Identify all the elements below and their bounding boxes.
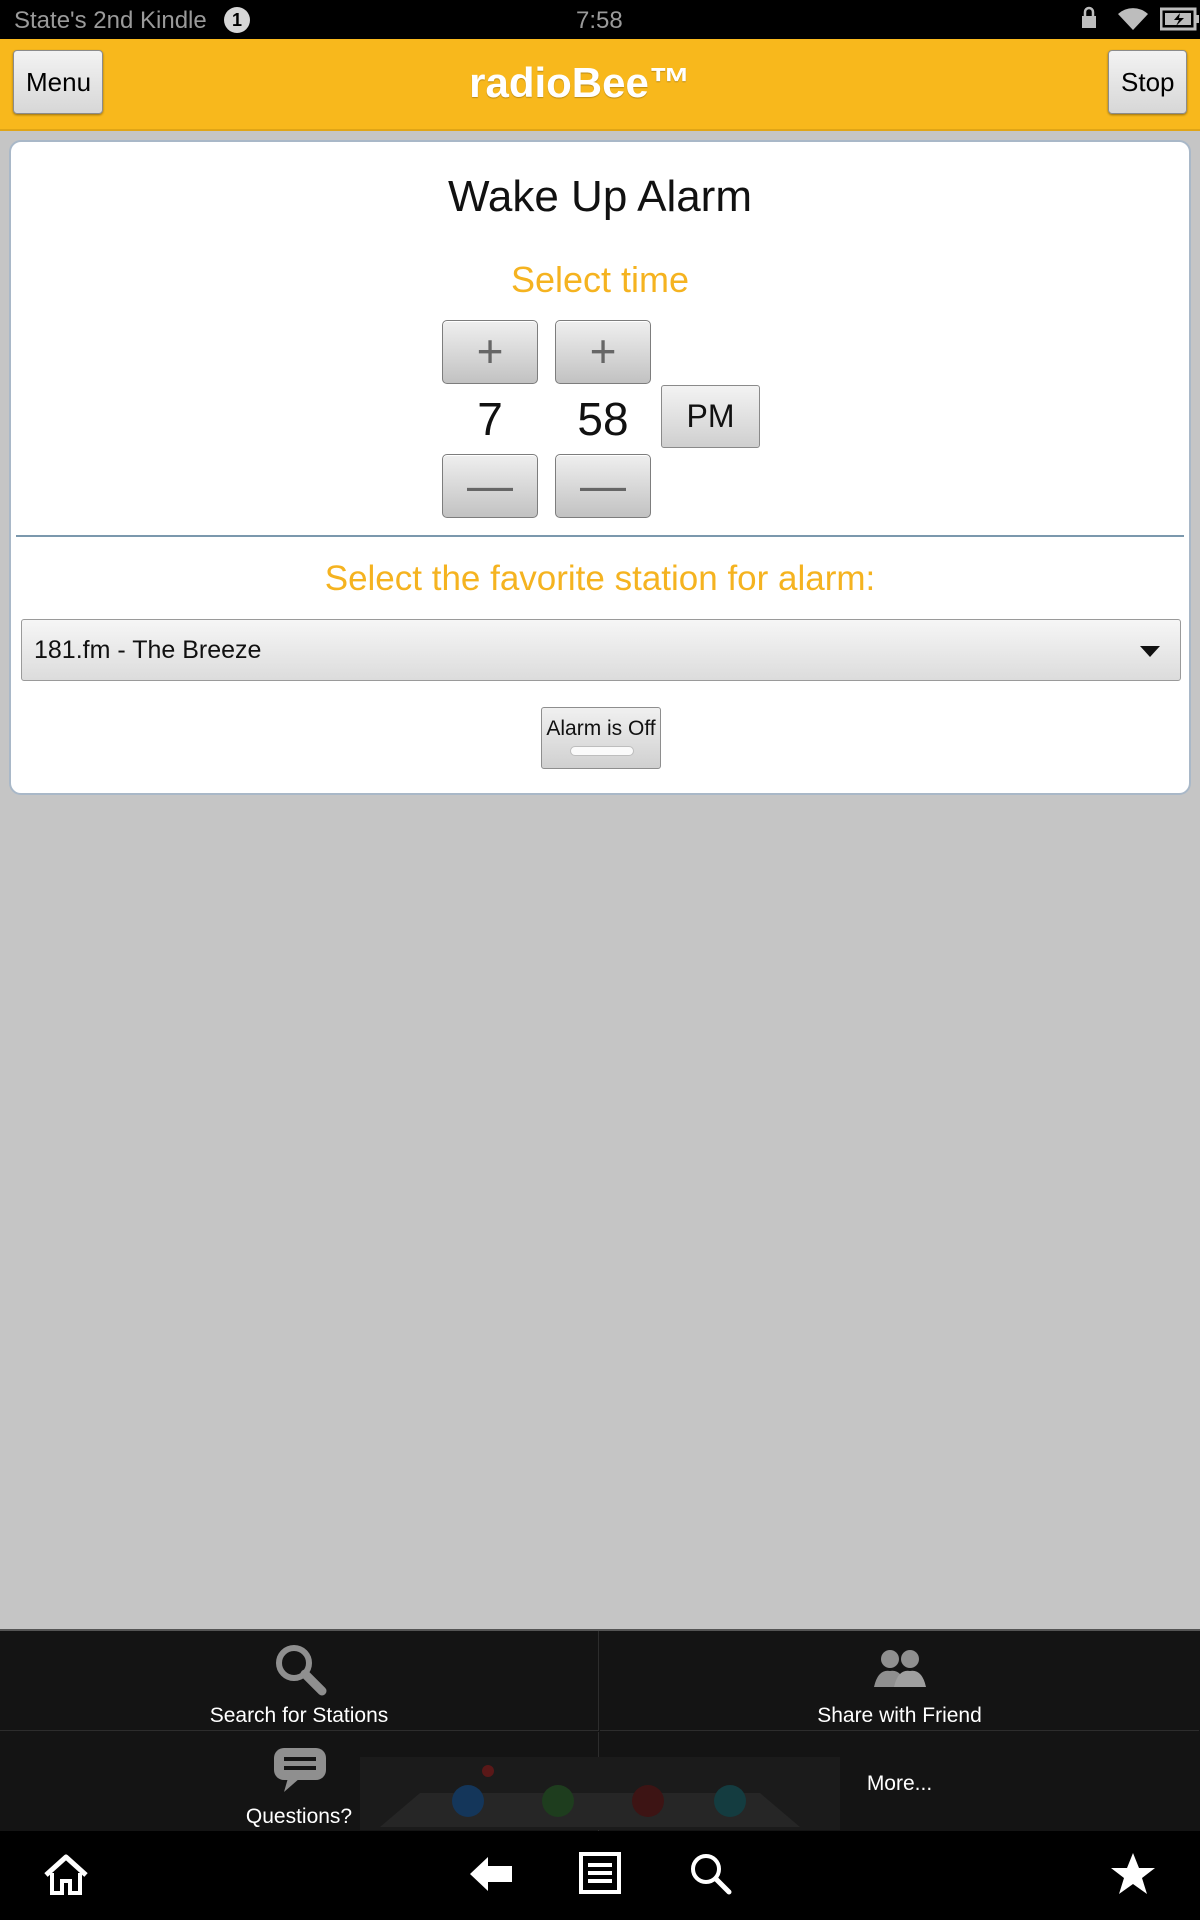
menu-item-label: Search for Stations xyxy=(209,1704,389,1727)
chat-bubble-icon xyxy=(274,1748,326,1792)
status-clock: 7:58 xyxy=(576,7,623,34)
ad-banner-image xyxy=(380,1765,800,1827)
minute-value: 58 xyxy=(577,393,629,445)
search-icon xyxy=(276,1645,327,1696)
search-icon[interactable] xyxy=(688,1851,732,1895)
minute-stepper: + 58 — xyxy=(555,320,651,518)
hour-stepper: + 7 — xyxy=(442,320,538,518)
app-title: radioBee™ xyxy=(469,59,691,106)
alarm-card: Wake Up Alarm Select time + 7 — + 58 — P… xyxy=(9,140,1191,795)
hour-value: 7 xyxy=(477,393,503,445)
status-bar: State's 2nd Kindle 1 7:58 xyxy=(0,0,1200,39)
page-title: Wake Up Alarm xyxy=(447,172,752,221)
home-icon[interactable] xyxy=(42,1851,90,1897)
stop-button[interactable]: Stop xyxy=(1108,50,1187,114)
minute-decrement-button[interactable]: — xyxy=(555,454,651,518)
menu-item-label: Share with Friend xyxy=(817,1704,982,1727)
wifi-icon xyxy=(1118,8,1148,30)
lock-icon xyxy=(1082,6,1096,28)
favorites-star-icon[interactable] xyxy=(1110,1851,1156,1897)
ampm-toggle-button[interactable]: PM xyxy=(661,385,760,448)
system-nav-bar xyxy=(0,1831,1200,1920)
toggle-track xyxy=(570,746,634,756)
menu-item-search-stations[interactable]: Search for Stations xyxy=(0,1631,599,1731)
hour-increment-button[interactable]: + xyxy=(442,320,538,384)
minute-increment-button[interactable]: + xyxy=(555,320,651,384)
station-dropdown-value: 181.fm - The Breeze xyxy=(34,636,262,664)
menu-item-share-friend[interactable]: Share with Friend xyxy=(600,1631,1199,1731)
notification-badge[interactable]: 1 xyxy=(224,7,250,33)
battery-charging-icon xyxy=(1160,7,1199,31)
divider xyxy=(16,535,1184,537)
ad-banner[interactable] xyxy=(360,1757,840,1830)
alarm-toggle-button[interactable]: Alarm is Off xyxy=(541,707,661,769)
people-icon xyxy=(874,1650,926,1687)
station-select-label: Select the favorite station for alarm: xyxy=(324,559,876,598)
app-header: Menu radioBee™ Stop xyxy=(0,39,1200,131)
device-name: State's 2nd Kindle xyxy=(14,7,207,34)
back-icon[interactable] xyxy=(468,1851,514,1897)
station-dropdown[interactable]: 181.fm - The Breeze xyxy=(21,619,1181,681)
alarm-toggle-label: Alarm is Off xyxy=(546,717,656,740)
select-time-label: Select time xyxy=(510,259,690,300)
chevron-down-icon xyxy=(1140,646,1160,657)
menu-list-icon[interactable] xyxy=(578,1851,622,1895)
hour-decrement-button[interactable]: — xyxy=(442,454,538,518)
